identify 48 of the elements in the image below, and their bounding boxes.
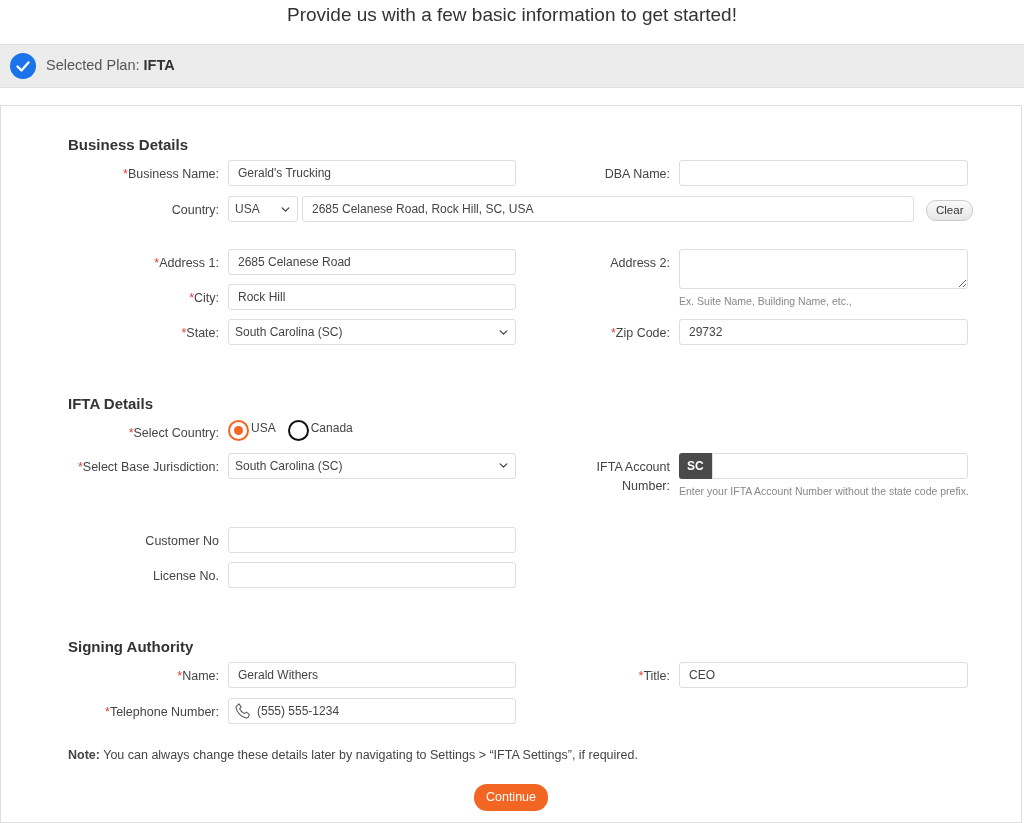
field-label: IFTA Account Number: bbox=[595, 458, 670, 495]
field-label: Address 2: bbox=[610, 255, 670, 272]
field-label: *Business Name: bbox=[123, 167, 219, 181]
field-label: Customer No bbox=[145, 533, 219, 548]
dropdown[interactable]: South Carolina (SC) bbox=[228, 452, 516, 479]
text-area[interactable] bbox=[679, 249, 968, 289]
phone-icon bbox=[234, 701, 252, 720]
radio-button[interactable] bbox=[228, 420, 249, 441]
text-field[interactable]: Rock Hill bbox=[228, 284, 516, 310]
field-label: *State: bbox=[181, 326, 219, 340]
text-field[interactable] bbox=[679, 160, 968, 186]
radio-button[interactable] bbox=[287, 420, 309, 441]
field-label: *Select Base Jurisdiction: bbox=[77, 459, 219, 474]
account-number-field[interactable] bbox=[711, 452, 968, 479]
checkmark-icon bbox=[10, 53, 36, 79]
hint-text: Ex. Suite Name, Building Name, etc., bbox=[679, 294, 853, 309]
section-title: IFTA Details bbox=[68, 395, 154, 413]
clear-button[interactable]: Clear bbox=[926, 200, 974, 222]
page-heading: Provide us with a few basic information to get started! bbox=[286, 3, 738, 27]
text-field[interactable] bbox=[228, 561, 516, 588]
text-field[interactable]: CEO bbox=[679, 661, 968, 688]
field-label: *City: bbox=[189, 291, 219, 305]
field-label: *Telephone Number: bbox=[105, 704, 219, 719]
country-select[interactable]: USA bbox=[228, 196, 298, 222]
field-label: *Address 1: bbox=[154, 256, 219, 270]
field-label: *Zip Code: bbox=[610, 324, 670, 342]
field-label: *Title: bbox=[638, 667, 670, 685]
radio-label: Canada bbox=[310, 420, 353, 437]
text-field[interactable] bbox=[228, 526, 516, 553]
note-text: Note: You can always change these details later by navigating to Settings > “IFTA Settings”, if required. bbox=[68, 746, 639, 764]
text-field[interactable]: Gerald Withers bbox=[228, 661, 516, 688]
text-field[interactable]: 29732 bbox=[679, 318, 968, 345]
field-label: *Name: bbox=[177, 668, 219, 683]
radio-label: USA bbox=[251, 420, 276, 437]
section-title: Signing Authority bbox=[68, 637, 195, 656]
field-label: License No. bbox=[153, 568, 219, 583]
hint-text: Enter your IFTA Account Number without the state code prefix. bbox=[679, 483, 968, 499]
dropdown[interactable]: South Carolina (SC) bbox=[228, 319, 516, 345]
text-field[interactable]: 2685 Celanese Road bbox=[228, 249, 516, 275]
phone-field[interactable]: (555) 555-1234 bbox=[228, 697, 516, 724]
text-field[interactable]: Gerald's Trucking bbox=[228, 160, 516, 186]
field-label: DBA Name: bbox=[604, 166, 670, 183]
section-title: Business Details bbox=[68, 136, 190, 154]
field-label: Country: bbox=[171, 203, 219, 217]
field-label: *Select Country: bbox=[128, 426, 219, 440]
address-search-field[interactable]: 2685 Celanese Road, Rock Hill, SC, USA bbox=[302, 196, 914, 222]
selected-plan-text: Selected Plan: IFTA bbox=[46, 56, 175, 76]
state-prefix: SC bbox=[679, 452, 712, 479]
